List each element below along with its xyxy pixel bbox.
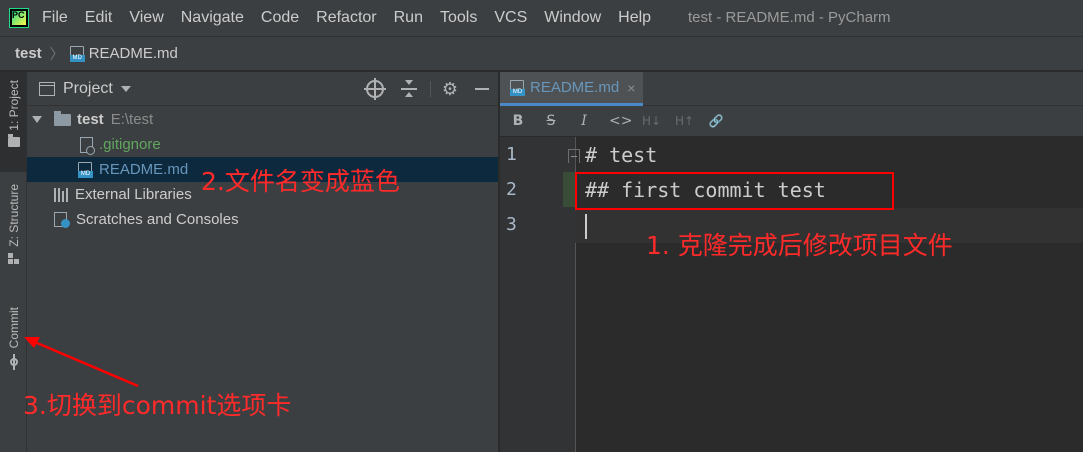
menu-help[interactable]: Help [618,9,651,27]
window-title: test - README.md - PyCharm [688,9,891,26]
folder-icon [54,110,71,126]
italic-icon[interactable]: I [576,113,592,129]
root-folder-path: E:\test [110,111,154,128]
header-up-icon[interactable]: H↑ [675,113,694,129]
chevron-down-icon[interactable] [120,85,131,92]
file-name-readme: README.md [99,161,189,178]
annotation-step-2: 2.文件名变成蓝色 [201,167,400,196]
text-caret [585,214,587,239]
tool-window-structure-label: Z: Structure [6,184,21,247]
minimize-icon[interactable] [473,80,491,98]
menu-bar: PC File Edit View Navigate Code Refactor… [0,0,1083,36]
external-libraries-label: External Libraries [75,186,192,203]
gear-icon[interactable]: ⚙ [441,80,459,98]
bold-icon[interactable]: B [510,113,526,129]
tool-window-structure[interactable]: Z: Structure [0,184,27,265]
tab-readme[interactable]: README.md × [500,72,644,106]
header-down-icon[interactable]: H↓ [642,113,661,129]
logo-text: PC [12,10,25,20]
tool-window-commit-label: Commit [6,307,21,349]
line-number: 3 [506,214,517,235]
code-icon[interactable]: <> [609,113,632,129]
expand-arrow-icon[interactable] [32,116,42,123]
strikethrough-icon[interactable]: S [543,113,559,129]
locate-file-icon[interactable] [364,77,386,100]
fold-icon[interactable] [568,149,580,163]
menu-tools[interactable]: Tools [440,9,477,27]
scratches-label: Scratches and Consoles [76,211,239,228]
scratches-icon [54,211,70,228]
project-view-selector[interactable]: Project [63,80,113,98]
close-icon[interactable]: × [627,80,635,96]
tree-item-gitignore[interactable]: .gitignore [27,132,498,157]
annotation-arrow-icon [24,337,139,388]
menu-vcs[interactable]: VCS [494,9,527,27]
menu-view[interactable]: View [129,9,163,27]
editor-line[interactable]: 1 # test [500,138,1083,173]
tool-window-project-label: 1: Project [6,80,21,131]
markdown-file-icon [78,161,93,178]
markdown-file-icon [69,45,85,62]
root-folder-name: test [77,111,104,128]
tool-window-project[interactable]: 1: Project [0,72,27,172]
libraries-icon [54,187,71,202]
breadcrumb: test 〉 README.md [0,36,1083,71]
gitignore-file-icon [80,136,95,155]
pycharm-logo-icon: PC [9,8,29,28]
breadcrumb-separator-icon: 〉 [49,45,64,62]
breadcrumb-project[interactable]: test [15,45,42,62]
structure-icon [7,252,20,265]
editor-tab-bar: README.md × [500,72,1083,106]
menu-run[interactable]: Run [394,9,423,27]
line-number: 1 [506,144,517,165]
tab-label: README.md [530,79,620,96]
file-name-gitignore: .gitignore [99,136,161,153]
line-number: 2 [506,179,517,200]
collapse-all-icon[interactable] [400,79,418,98]
menu-file[interactable]: File [42,9,68,27]
project-panel-header: Project ⚙ [27,72,498,106]
menu-edit[interactable]: Edit [85,9,113,27]
menu-window[interactable]: Window [544,9,601,27]
tree-item-root[interactable]: test E:\test [27,107,498,132]
line-text: # test [585,143,658,167]
markdown-toolbar: B S I <> H↓ H↑ 🔗 [500,106,1083,136]
toolbar-divider [430,81,431,97]
link-icon[interactable]: 🔗 [708,113,724,129]
tree-item-scratches[interactable]: Scratches and Consoles [27,207,498,232]
commit-icon [8,354,20,371]
menu-code[interactable]: Code [261,9,299,27]
project-view-icon [39,81,55,96]
folder-icon [7,133,20,147]
breadcrumb-file[interactable]: README.md [89,45,178,62]
annotation-step-1: 1. 克隆完成后修改项目文件 [646,231,953,260]
menu-refactor[interactable]: Refactor [316,9,376,27]
annotation-highlight-box [575,172,894,210]
markdown-file-icon [510,79,525,96]
menu-navigate[interactable]: Navigate [181,9,244,27]
